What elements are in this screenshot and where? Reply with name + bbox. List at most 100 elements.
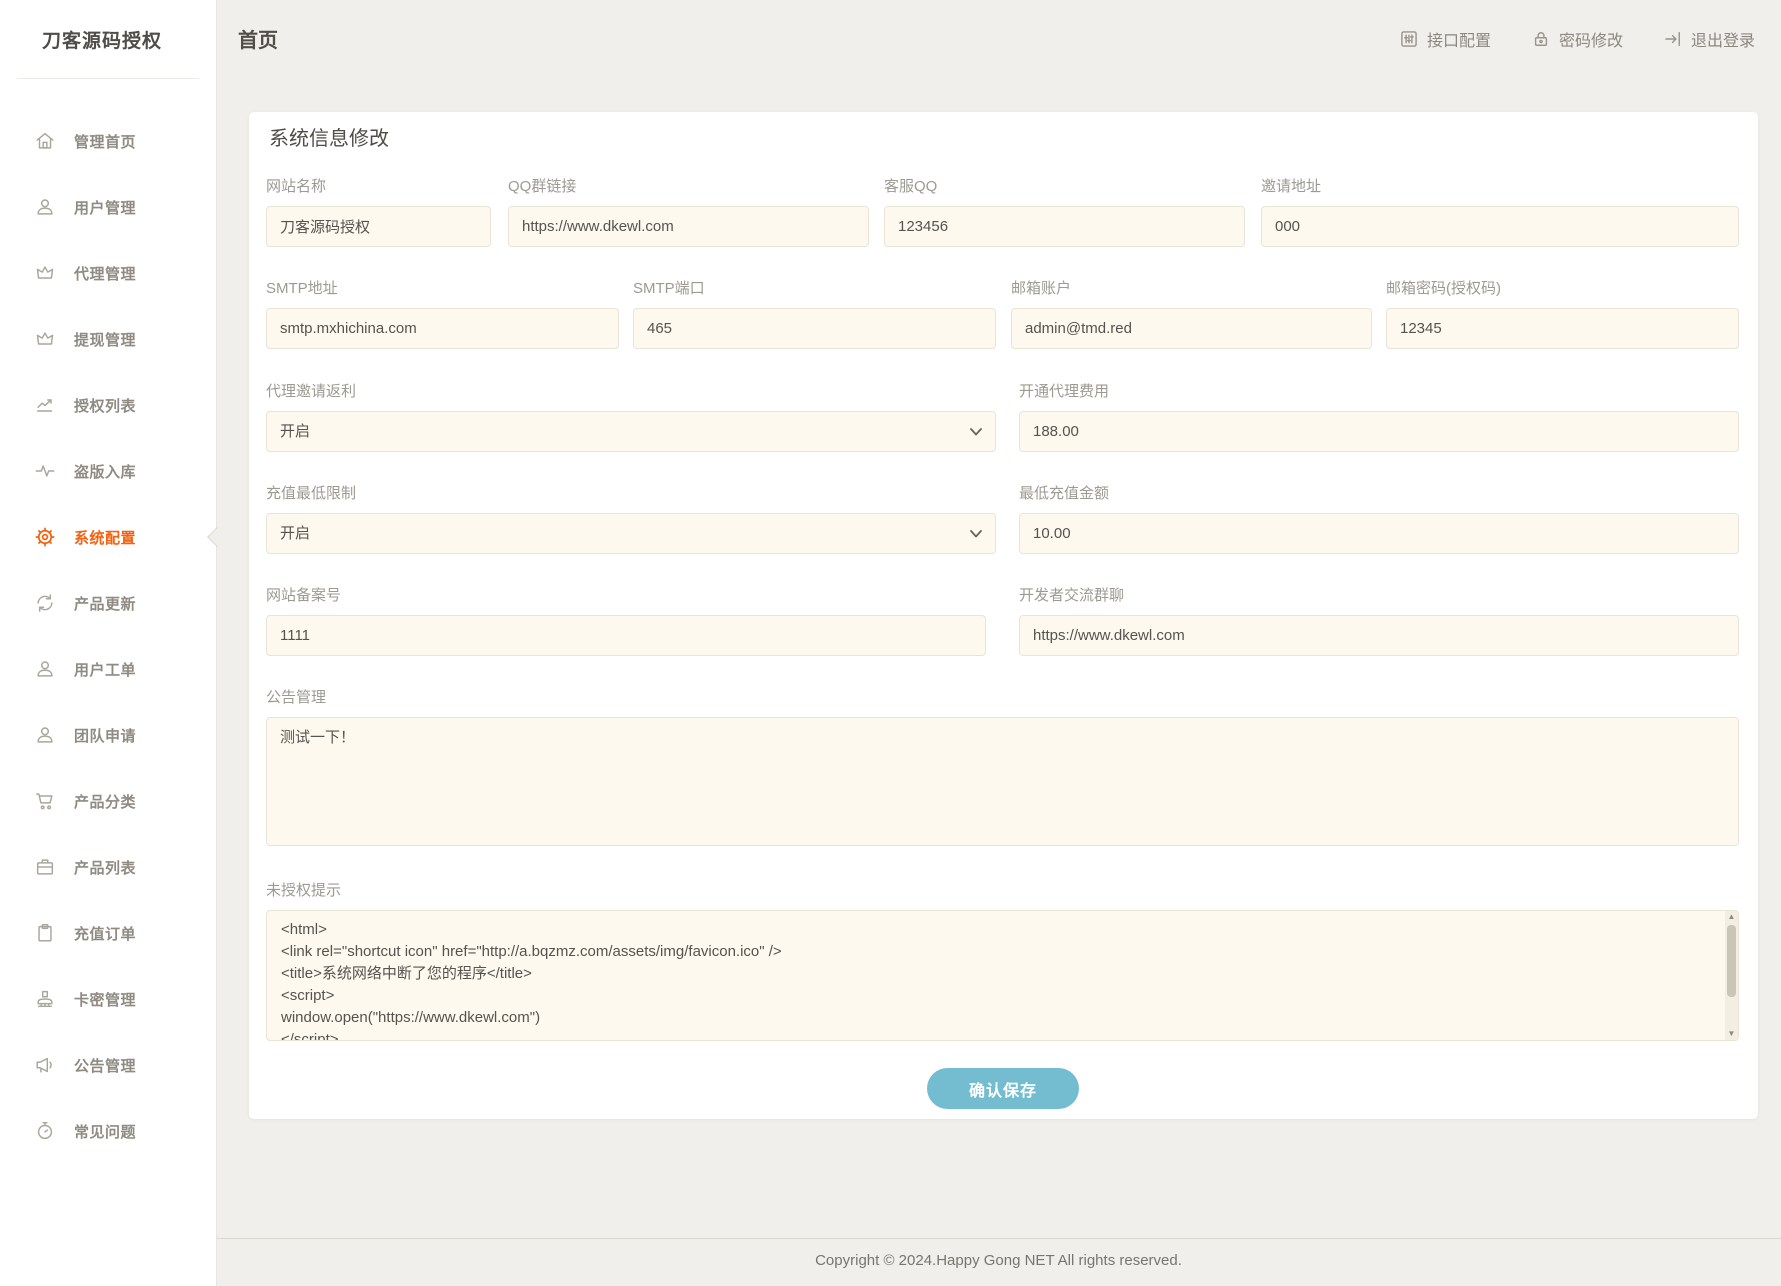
sidebar-item-label: 代理管理 (74, 263, 136, 284)
change-password-button[interactable]: 密码修改 (1531, 27, 1623, 51)
pulse-icon (34, 460, 56, 482)
announcement-label: 公告管理 (266, 686, 1739, 706)
topbar-actions: 接口配置 密码修改 退出登录 (1399, 27, 1755, 51)
sidebar-item-label: 用户工单 (74, 659, 136, 680)
sidebar-item-label: 产品列表 (74, 857, 136, 878)
sidebar-item-label: 管理首页 (74, 131, 136, 152)
trend-chart-icon (34, 394, 56, 416)
main-content: 首页 接口配置 密码修改 退出登录 系统信息修 (216, 0, 1781, 1286)
unauthorized-tip-textarea[interactable]: <html> <link rel="shortcut icon" href="h… (266, 910, 1739, 1041)
sidebar-item-label: 卡密管理 (74, 989, 136, 1010)
sidebar-item-authorization-list[interactable]: 授权列表 (0, 372, 216, 438)
sidebar-item-team-application[interactable]: 团队申请 (0, 702, 216, 768)
crown-icon (34, 328, 56, 350)
scrollbar[interactable]: ▲ ▼ (1725, 911, 1738, 1040)
min-recharge-input[interactable] (1019, 513, 1739, 554)
sidebar-item-label: 提现管理 (74, 329, 136, 350)
home-icon (34, 130, 56, 152)
change-password-label: 密码修改 (1559, 27, 1623, 51)
smtp-address-input[interactable] (266, 308, 619, 349)
page-title: 首页 (238, 24, 278, 53)
sidebar-item-user-management[interactable]: 用户管理 (0, 174, 216, 240)
announcement-textarea[interactable]: 测试一下！ (266, 717, 1739, 846)
sidebar-item-label: 盗版入库 (74, 461, 136, 482)
clipboard-icon (34, 922, 56, 944)
clock-icon (34, 1120, 56, 1142)
sidebar-item-label: 团队申请 (74, 725, 136, 746)
scrollbar-thumb[interactable] (1727, 925, 1736, 997)
icp-number-input[interactable] (266, 615, 986, 656)
api-config-icon (1399, 29, 1419, 49)
developer-group-input[interactable] (1019, 615, 1739, 656)
sidebar-item-faq[interactable]: 常见问题 (0, 1098, 216, 1164)
sidebar-item-label: 产品分类 (74, 791, 136, 812)
user-icon (34, 196, 56, 218)
cart-icon (34, 790, 56, 812)
sidebar-item-piracy-database[interactable]: 盗版入库 (0, 438, 216, 504)
email-password-input[interactable] (1386, 308, 1739, 349)
crown-icon (34, 262, 56, 284)
email-account-label: 邮箱账户 (1011, 277, 1372, 297)
sidebar-item-label: 公告管理 (74, 1055, 136, 1076)
service-qq-input[interactable] (884, 206, 1245, 247)
site-name-input[interactable] (266, 206, 491, 247)
unauthorized-tip-label: 未授权提示 (266, 879, 1739, 899)
sidebar-item-label: 授权列表 (74, 395, 136, 416)
agent-rebate-select[interactable]: 开启 (266, 411, 996, 452)
email-password-label: 邮箱密码(授权码) (1386, 277, 1739, 297)
sidebar-item-card-key-management[interactable]: 卡密管理 (0, 966, 216, 1032)
user-icon (34, 724, 56, 746)
refresh-icon (34, 592, 56, 614)
scroll-down-arrow[interactable]: ▼ (1725, 1028, 1738, 1040)
qq-group-link-input[interactable] (508, 206, 869, 247)
smtp-port-input[interactable] (633, 308, 996, 349)
sidebar-item-system-config[interactable]: 系统配置 (0, 504, 216, 570)
invite-address-input[interactable] (1261, 206, 1739, 247)
save-button[interactable]: 确认保存 (927, 1068, 1079, 1109)
sidebar-item-label: 系统配置 (74, 527, 136, 548)
sidebar-item-announcement-management[interactable]: 公告管理 (0, 1032, 216, 1098)
system-info-card: 系统信息修改 网站名称 QQ群链接 客服QQ 邀请地址 SMTP地址 (249, 112, 1758, 1119)
sidebar-menu: 管理首页 用户管理 代理管理 提现管理 授权列表 (0, 79, 216, 1164)
api-config-label: 接口配置 (1427, 27, 1491, 51)
scroll-up-arrow[interactable]: ▲ (1725, 911, 1738, 923)
user-icon (34, 658, 56, 680)
sidebar-item-product-update[interactable]: 产品更新 (0, 570, 216, 636)
sidebar-item-label: 常见问题 (74, 1121, 136, 1142)
service-qq-label: 客服QQ (884, 175, 1245, 195)
sidebar-item-agent-management[interactable]: 代理管理 (0, 240, 216, 306)
qq-group-link-label: QQ群链接 (508, 175, 869, 195)
agent-fee-label: 开通代理费用 (1019, 380, 1739, 400)
icp-number-label: 网站备案号 (266, 584, 986, 604)
form-title: 系统信息修改 (269, 122, 389, 151)
sidebar-item-label: 产品更新 (74, 593, 136, 614)
logout-label: 退出登录 (1691, 27, 1755, 51)
sidebar-item-recharge-orders[interactable]: 充值订单 (0, 900, 216, 966)
api-config-button[interactable]: 接口配置 (1399, 27, 1491, 51)
sidebar-item-admin-home[interactable]: 管理首页 (0, 108, 216, 174)
smtp-port-label: SMTP端口 (633, 277, 996, 297)
sidebar-item-product-categories[interactable]: 产品分类 (0, 768, 216, 834)
sidebar-item-withdrawal-management[interactable]: 提现管理 (0, 306, 216, 372)
sidebar-item-label: 充值订单 (74, 923, 136, 944)
megaphone-icon (34, 1054, 56, 1076)
email-account-input[interactable] (1011, 308, 1372, 349)
recharge-limit-select[interactable]: 开启 (266, 513, 996, 554)
logout-icon (1663, 29, 1683, 49)
sidebar: 刀客源码授权 管理首页 用户管理 代理管理 提现管理 (0, 0, 217, 1286)
app-logo: 刀客源码授权 (0, 0, 216, 78)
smtp-address-label: SMTP地址 (266, 277, 619, 297)
invite-address-label: 邀请地址 (1261, 175, 1739, 195)
agent-fee-input[interactable] (1019, 411, 1739, 452)
footer: Copyright © 2024.Happy Gong NET All righ… (216, 1238, 1781, 1269)
topbar: 首页 接口配置 密码修改 退出登录 (216, 0, 1781, 77)
site-name-label: 网站名称 (266, 175, 491, 195)
gear-icon (34, 526, 56, 548)
min-recharge-label: 最低充值金额 (1019, 482, 1739, 502)
sidebar-item-user-tickets[interactable]: 用户工单 (0, 636, 216, 702)
logout-button[interactable]: 退出登录 (1663, 27, 1755, 51)
briefcase-icon (34, 856, 56, 878)
sidebar-item-product-list[interactable]: 产品列表 (0, 834, 216, 900)
developer-group-label: 开发者交流群聊 (1019, 584, 1739, 604)
sidebar-item-label: 用户管理 (74, 197, 136, 218)
